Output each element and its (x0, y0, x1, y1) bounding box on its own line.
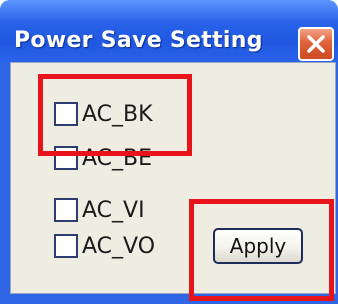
checkbox-ac-vo[interactable] (54, 234, 78, 258)
option-label: AC_BE (82, 145, 153, 171)
checkbox-ac-be[interactable] (54, 146, 78, 170)
option-ac-vi[interactable]: AC_VI (54, 196, 145, 224)
option-ac-be[interactable]: AC_BE (54, 144, 152, 172)
apply-button[interactable]: Apply (213, 228, 303, 264)
close-button[interactable] (298, 27, 334, 61)
option-ac-vo[interactable]: AC_VO (54, 232, 155, 260)
power-save-dialog: Power Save Setting AC_BK AC_BE AC_VI AC_… (0, 0, 338, 304)
option-label: AC_VI (82, 197, 145, 223)
option-label: AC_BK (82, 101, 153, 127)
option-label: AC_VO (82, 233, 156, 259)
option-ac-bk[interactable]: AC_BK (54, 100, 153, 128)
checkbox-ac-vi[interactable] (54, 198, 78, 222)
close-icon (307, 35, 325, 53)
checkbox-ac-bk[interactable] (54, 102, 78, 126)
dialog-title: Power Save Setting (14, 28, 263, 53)
title-bar[interactable]: Power Save Setting (0, 0, 338, 62)
